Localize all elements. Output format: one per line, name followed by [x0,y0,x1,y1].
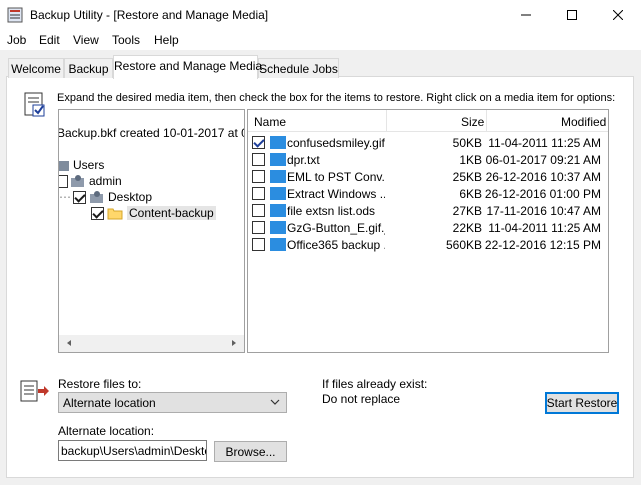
menu-edit[interactable]: Edit [39,33,60,47]
file-size: 1KB [459,153,482,167]
tree-item-admin[interactable]: admin [59,174,122,188]
app-icon [7,7,23,23]
minimize-icon [521,14,531,16]
file-modified: 22-12-2016 12:15 PM [484,238,601,252]
file-icon [270,170,286,183]
restore-target-icon [20,379,50,405]
alternate-location-input[interactable]: backup\Users\admin\Desktop [58,440,207,461]
menu-bar: Job Edit View Tools Help [0,30,641,50]
if-exists-label: If files already exist: [322,377,428,391]
restore-location-value: Alternate location [63,396,156,410]
instructions-text: Expand the desired media item, then chec… [57,92,616,104]
tab-restore[interactable]: Restore and Manage Media [113,55,262,79]
if-exists-value: Do not replace [322,392,401,406]
close-icon [613,10,623,20]
file-icon [270,221,286,234]
restore-location-select[interactable]: Alternate location [58,392,287,413]
file-row[interactable]: EML to PST Conv... 25KB 26-12-2016 10:37 A… [248,168,608,185]
file-row[interactable]: file extsn list.ods 27KB 17-11-2016 10:47 … [248,202,608,219]
tab-welcome[interactable]: Welcome [8,58,64,78]
file-list[interactable]: Name Size Modified confusedsmiley.gif 50K… [247,109,609,353]
file-modified: 06-01-2017 09:21 AM [485,153,601,167]
chevron-down-icon [270,399,280,405]
tab-backup[interactable]: Backup [64,58,113,78]
file-size: 27KB [452,204,482,218]
file-icon [270,187,286,200]
close-button[interactable] [595,0,641,30]
minimize-button[interactable] [503,0,549,30]
file-size: 560KB [445,238,482,252]
file-name: dpr.txt [287,153,320,167]
maximize-icon [567,10,577,20]
file-row[interactable]: Extract Windows ... 6KB 26-12-2016 01:00 P… [248,185,608,202]
list-header: Name Size Modified [248,110,608,132]
tree-item-desktop[interactable]: ⋯ Desktop [59,190,152,204]
file-icon [270,136,286,149]
scroll-right-icon[interactable] [232,340,236,346]
menu-help[interactable]: Help [154,33,179,47]
folder-user-icon [71,175,84,187]
restore-media-icon [24,92,46,118]
restore-to-label: Restore files to: [58,377,142,391]
tree-item-users[interactable]: Users [59,158,104,172]
file-name: Extract Windows ... [287,187,385,201]
file-size: 25KB [452,170,482,184]
file-name: EML to PST Conv... [287,170,385,184]
tree-item-content-backup[interactable]: Content-backup [59,206,216,220]
tab-schedule-jobs[interactable]: Schedule Jobs [258,58,339,78]
tree-checkbox[interactable] [73,190,86,204]
file-checkbox[interactable] [252,187,265,200]
file-checkbox[interactable] [252,136,265,149]
start-restore-button[interactable]: Start Restore [545,392,619,414]
tree-horizontal-scrollbar[interactable] [59,335,244,352]
tree-checkbox[interactable] [91,206,104,220]
file-row[interactable]: dpr.txt 1KB 06-01-2017 09:21 AM [248,151,608,168]
scroll-left-icon[interactable] [67,340,71,346]
file-checkbox[interactable] [252,238,265,251]
file-name: GzG-Button_E.gif.j... [287,221,385,235]
file-size: 50KB [452,136,482,150]
tree-checkbox[interactable] [59,174,68,188]
file-name: Office365 backup ... [287,238,385,252]
media-tree[interactable]: Backup.bkf created 10-01-2017 at 09:3 Us… [58,109,245,353]
tree-item-backup-file[interactable]: Backup.bkf created 10-01-2017 at 09:3 [59,126,244,140]
file-row[interactable]: GzG-Button_E.gif.j... 22KB 11-04-2011 11:2… [248,219,608,236]
folder-icon [107,208,123,220]
tree-line-connector: ⋯ [59,190,71,204]
menu-tools[interactable]: Tools [112,33,140,47]
file-checkbox[interactable] [252,221,265,234]
file-modified: 11-04-2011 11:25 AM [488,221,601,235]
file-modified: 26-12-2016 01:00 PM [484,187,601,201]
browse-button[interactable]: Browse... [214,441,287,462]
maximize-button[interactable] [549,0,595,30]
window-title: Backup Utility - [Restore and Manage Med… [30,8,269,22]
file-name: confusedsmiley.gif [287,136,385,150]
menu-job[interactable]: Job [7,33,26,47]
file-checkbox[interactable] [252,170,265,183]
file-modified: 17-11-2016 10:47 AM [486,204,601,218]
file-row[interactable]: confusedsmiley.gif 50KB 11-04-2011 11:25 A… [248,134,608,151]
file-modified: 26-12-2016 10:37 AM [485,170,601,184]
file-size: 22KB [452,221,482,235]
file-row[interactable]: Office365 backup ... 560KB 22-12-2016 12:1… [248,236,608,253]
file-icon [270,153,286,166]
file-modified: 11-04-2011 11:25 AM [488,136,601,150]
file-icon [270,204,286,217]
file-size: 6KB [459,187,482,201]
column-size[interactable]: Size [461,115,484,129]
file-icon [270,238,286,251]
desktop-folder-icon [90,191,103,203]
drive-icon [59,161,69,171]
file-checkbox[interactable] [252,204,265,217]
alternate-location-label: Alternate location: [58,424,155,438]
column-modified[interactable]: Modified [561,115,606,129]
file-name: file extsn list.ods [287,204,376,218]
file-checkbox[interactable] [252,153,265,166]
column-name[interactable]: Name [254,115,286,129]
menu-view[interactable]: View [73,33,99,47]
